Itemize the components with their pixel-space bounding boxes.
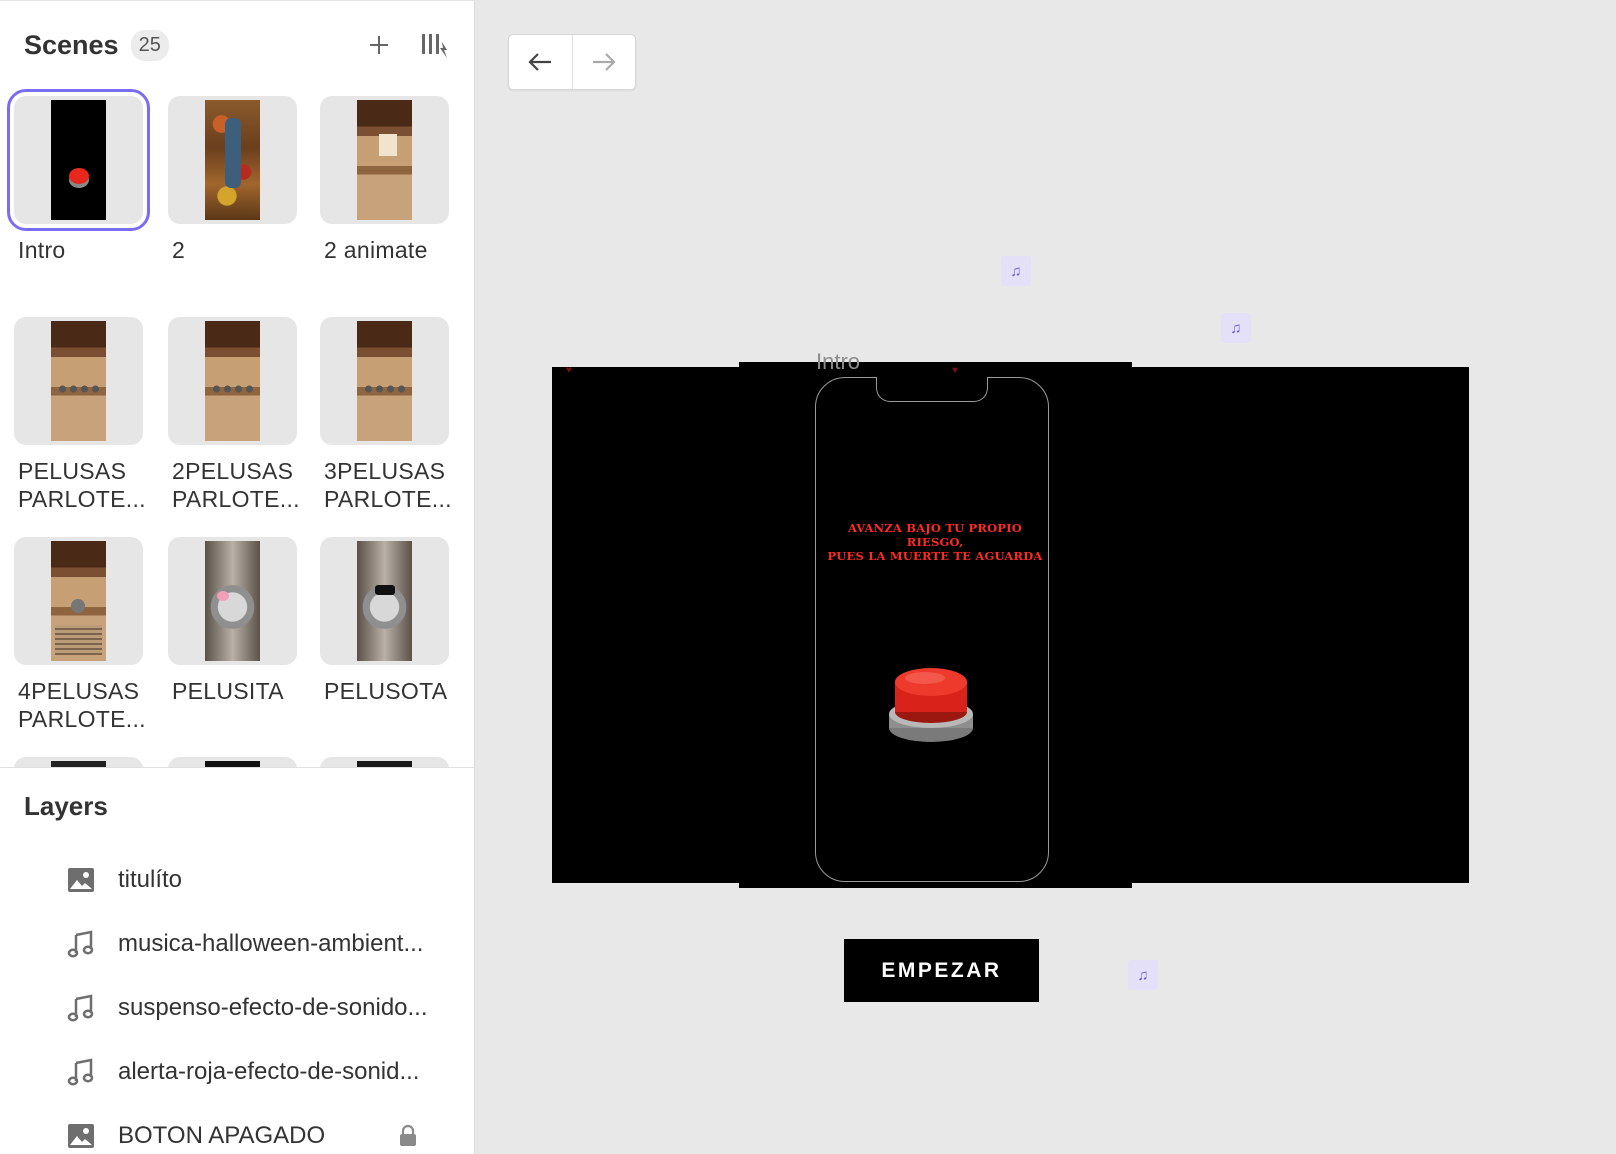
scene-label: PELUSAS PARLOTE...	[18, 458, 146, 512]
heart-icon: ♥	[566, 365, 572, 376]
scene-name-label: Intro	[816, 349, 861, 374]
warning-title[interactable]: AVANZA BAJO TU PROPIO RIESGO, PUES LA MU…	[825, 521, 1045, 563]
history-nav	[508, 34, 636, 90]
layer-label: musica-halloween-ambient...	[118, 930, 424, 957]
layer-label: BOTON APAGADO	[118, 1122, 326, 1149]
scene-thumbnail	[14, 537, 143, 665]
scene-label: 2	[172, 237, 186, 263]
layer-item-musica-halloween[interactable]: musica-halloween-ambient...	[0, 916, 474, 972]
scene-label: 2PELUSAS PARLOTE...	[172, 458, 300, 512]
scene-card-partial[interactable]	[168, 757, 297, 767]
layer-item-boton-apagado[interactable]: BOTON APAGADO	[0, 1108, 474, 1154]
phone-notch	[876, 377, 988, 402]
layer-item-alerta-roja[interactable]: alerta-roja-efecto-de-sonid...	[0, 1044, 474, 1100]
scene-thumbnail	[168, 96, 297, 224]
scene-card-3pelusas-parlote[interactable]: 3PELUSAS PARLOTE...	[320, 317, 452, 513]
arrow-left-icon	[528, 53, 552, 71]
image-icon	[66, 866, 96, 894]
scene-card-pelusota[interactable]: PELUSOTA	[320, 537, 449, 705]
lock-icon[interactable]	[398, 1124, 418, 1153]
layer-label: suspenso-efecto-de-sonido...	[118, 994, 428, 1021]
scene-card-2[interactable]: 2	[168, 96, 297, 264]
layer-item-titulito[interactable]: titulíto	[0, 852, 474, 908]
scene-grid: Intro 2 2 animate PELUSAS PARLOTE... 2PE…	[0, 1, 474, 767]
image-icon	[66, 1122, 96, 1150]
scene-card-partial[interactable]	[14, 757, 143, 767]
start-button[interactable]: EMPEZAR	[844, 939, 1039, 1002]
music-note-icon	[66, 994, 96, 1022]
scene-label: 3PELUSAS PARLOTE...	[324, 458, 452, 512]
audio-marker-icon[interactable]: ♫	[1128, 960, 1158, 990]
scene-thumbnail	[168, 317, 297, 445]
layer-label: alerta-roja-efecto-de-sonid...	[118, 1058, 420, 1085]
warning-line-1: AVANZA BAJO TU PROPIO RIESGO,	[847, 521, 1023, 549]
scene-thumbnail	[168, 537, 297, 665]
arrow-right-icon	[592, 53, 616, 71]
phone-frame	[815, 377, 1049, 882]
scene-card-pelusas-parlote[interactable]: PELUSAS PARLOTE...	[14, 317, 146, 513]
scene-label: PELUSOTA	[324, 678, 448, 704]
music-note-icon	[66, 1058, 96, 1086]
panel-divider	[0, 767, 474, 768]
scene-card-partial[interactable]	[320, 757, 449, 767]
layers-title: Layers	[24, 791, 108, 821]
scene-label: PELUSITA	[172, 678, 284, 704]
audio-marker-icon[interactable]: ♫	[1001, 256, 1031, 286]
scene-thumbnail	[14, 317, 143, 445]
scene-thumbnail	[320, 317, 449, 445]
forward-button[interactable]	[571, 35, 635, 89]
scene-card-pelusita[interactable]: PELUSITA	[168, 537, 297, 705]
music-note-icon	[66, 930, 96, 958]
scene-label: Intro	[18, 237, 66, 263]
layer-item-suspenso[interactable]: suspenso-efecto-de-sonido...	[0, 980, 474, 1036]
scene-label: 2 animate	[324, 237, 428, 263]
audio-marker-icon[interactable]: ♫	[1221, 313, 1251, 343]
scene-card-2pelusas-parlote[interactable]: 2PELUSAS PARLOTE...	[168, 317, 300, 513]
layer-label: titulíto	[118, 866, 183, 893]
scene-card-4pelusas-parlote[interactable]: 4PELUSAS PARLOTE...	[14, 537, 146, 733]
scene-card-intro[interactable]: Intro	[7, 89, 150, 264]
scene-label: 4PELUSAS PARLOTE...	[18, 678, 146, 732]
scene-thumbnail	[320, 96, 449, 224]
red-push-button[interactable]	[885, 662, 977, 746]
warning-line-2: PUES LA MUERTE TE AGUARDA	[827, 549, 1043, 563]
scene-thumbnail	[320, 537, 449, 665]
scene-card-2-animate[interactable]: 2 animate	[320, 96, 449, 264]
scene-thumbnail	[7, 89, 150, 231]
sidebar: Scenes 25 Intro 2 2 animate PELUSAS PARL…	[0, 0, 475, 1154]
back-button[interactable]	[509, 35, 572, 89]
